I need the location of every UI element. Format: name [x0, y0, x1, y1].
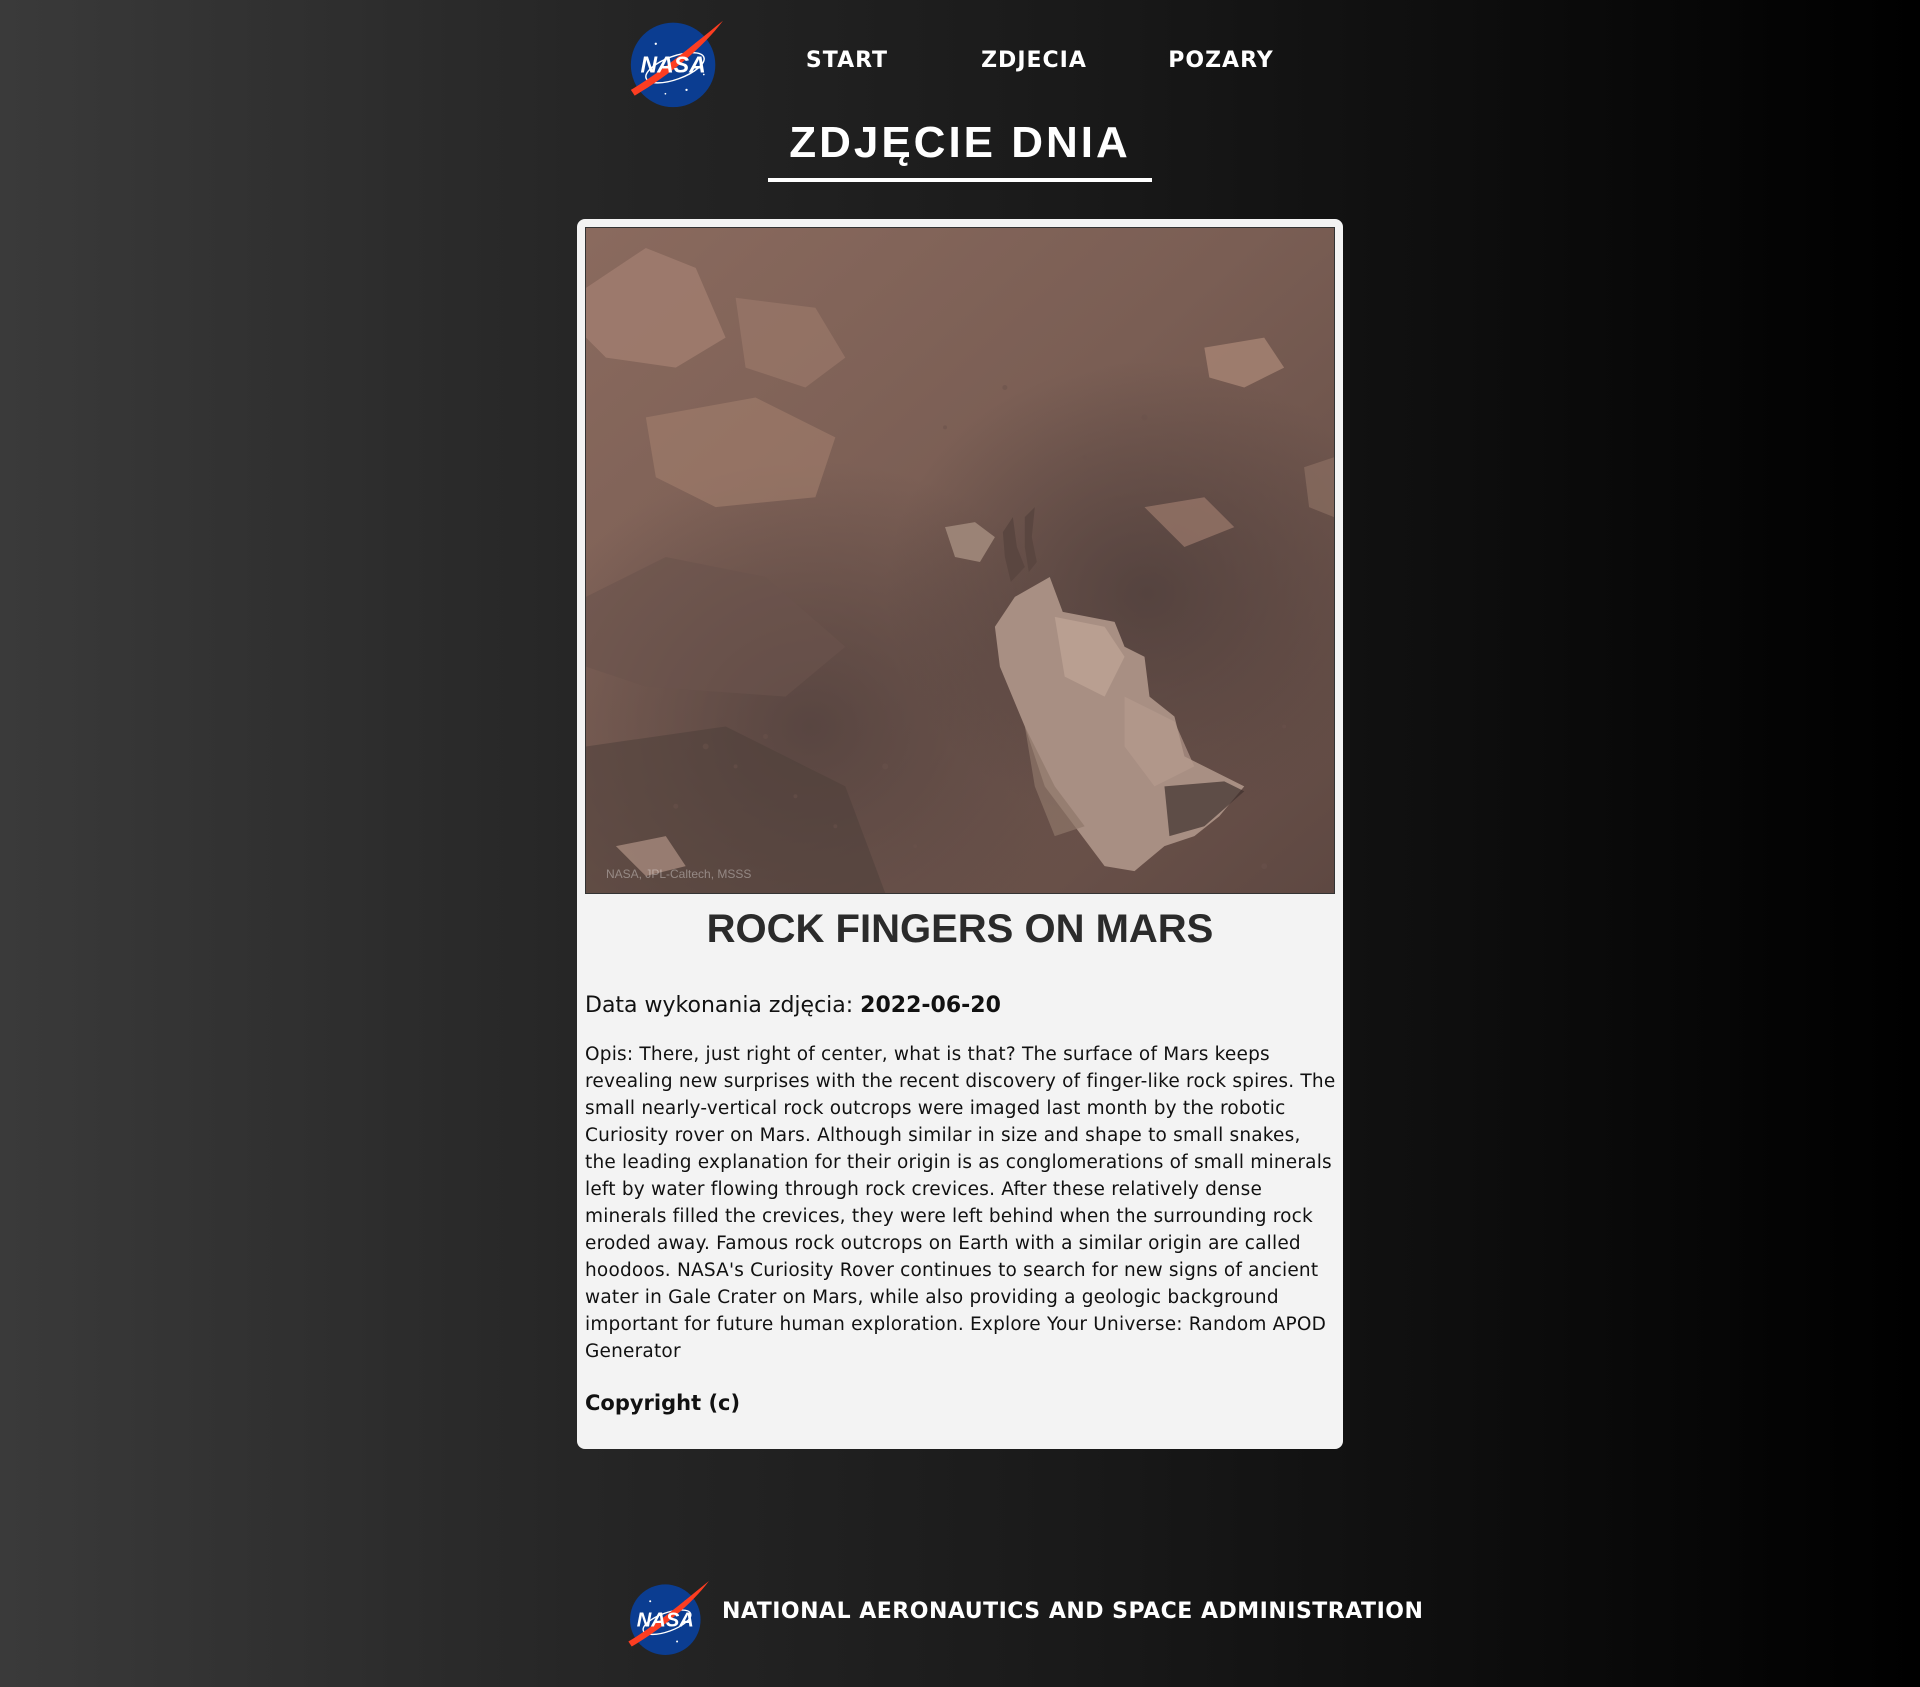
page-title: ZDJĘCIE DNIA [768, 118, 1152, 182]
footer-agency-name: NATIONAL AERONAUTICS AND SPACE ADMINISTR… [722, 1599, 1424, 1624]
nasa-logo-icon[interactable]: NASA [627, 15, 723, 111]
nav-link-zdjecia[interactable]: ZDJECIA [981, 48, 1087, 73]
date-label: Data wykonania zdjęcia: [585, 993, 854, 1018]
mars-rock-photo [586, 228, 1334, 893]
footer-nasa-meatball-svg: NASA [628, 1581, 709, 1655]
footer-nasa-logo-icon[interactable]: NASA [625, 1576, 709, 1660]
site-header: NASA START ZDJECIA POZARY [0, 0, 1920, 120]
nasa-meatball-svg: NASA [630, 20, 723, 108]
photo-credit: NASA, JPL-Caltech, MSSS [606, 867, 752, 881]
photo-title: ROCK FINGERS ON MARS [706, 907, 1214, 951]
apod-card: NASA, JPL-Caltech, MSSS ROCK FINGERS ON … [577, 219, 1343, 1449]
nav-link-start[interactable]: START [806, 48, 888, 73]
date-value: 2022-06-20 [860, 993, 1001, 1018]
footer-logo-wordmark: NASA [637, 1609, 694, 1631]
photo-description: Opis: There, just right of center, what … [585, 1044, 1336, 1362]
logo-wordmark: NASA [640, 52, 705, 78]
copyright-text: Copyright (c) [585, 1391, 741, 1415]
apod-photo: NASA, JPL-Caltech, MSSS [585, 227, 1335, 894]
photo-date: Data wykonania zdjęcia: 2022-06-20 [585, 993, 1335, 1018]
nav-link-pozary[interactable]: POZARY [1168, 48, 1273, 73]
